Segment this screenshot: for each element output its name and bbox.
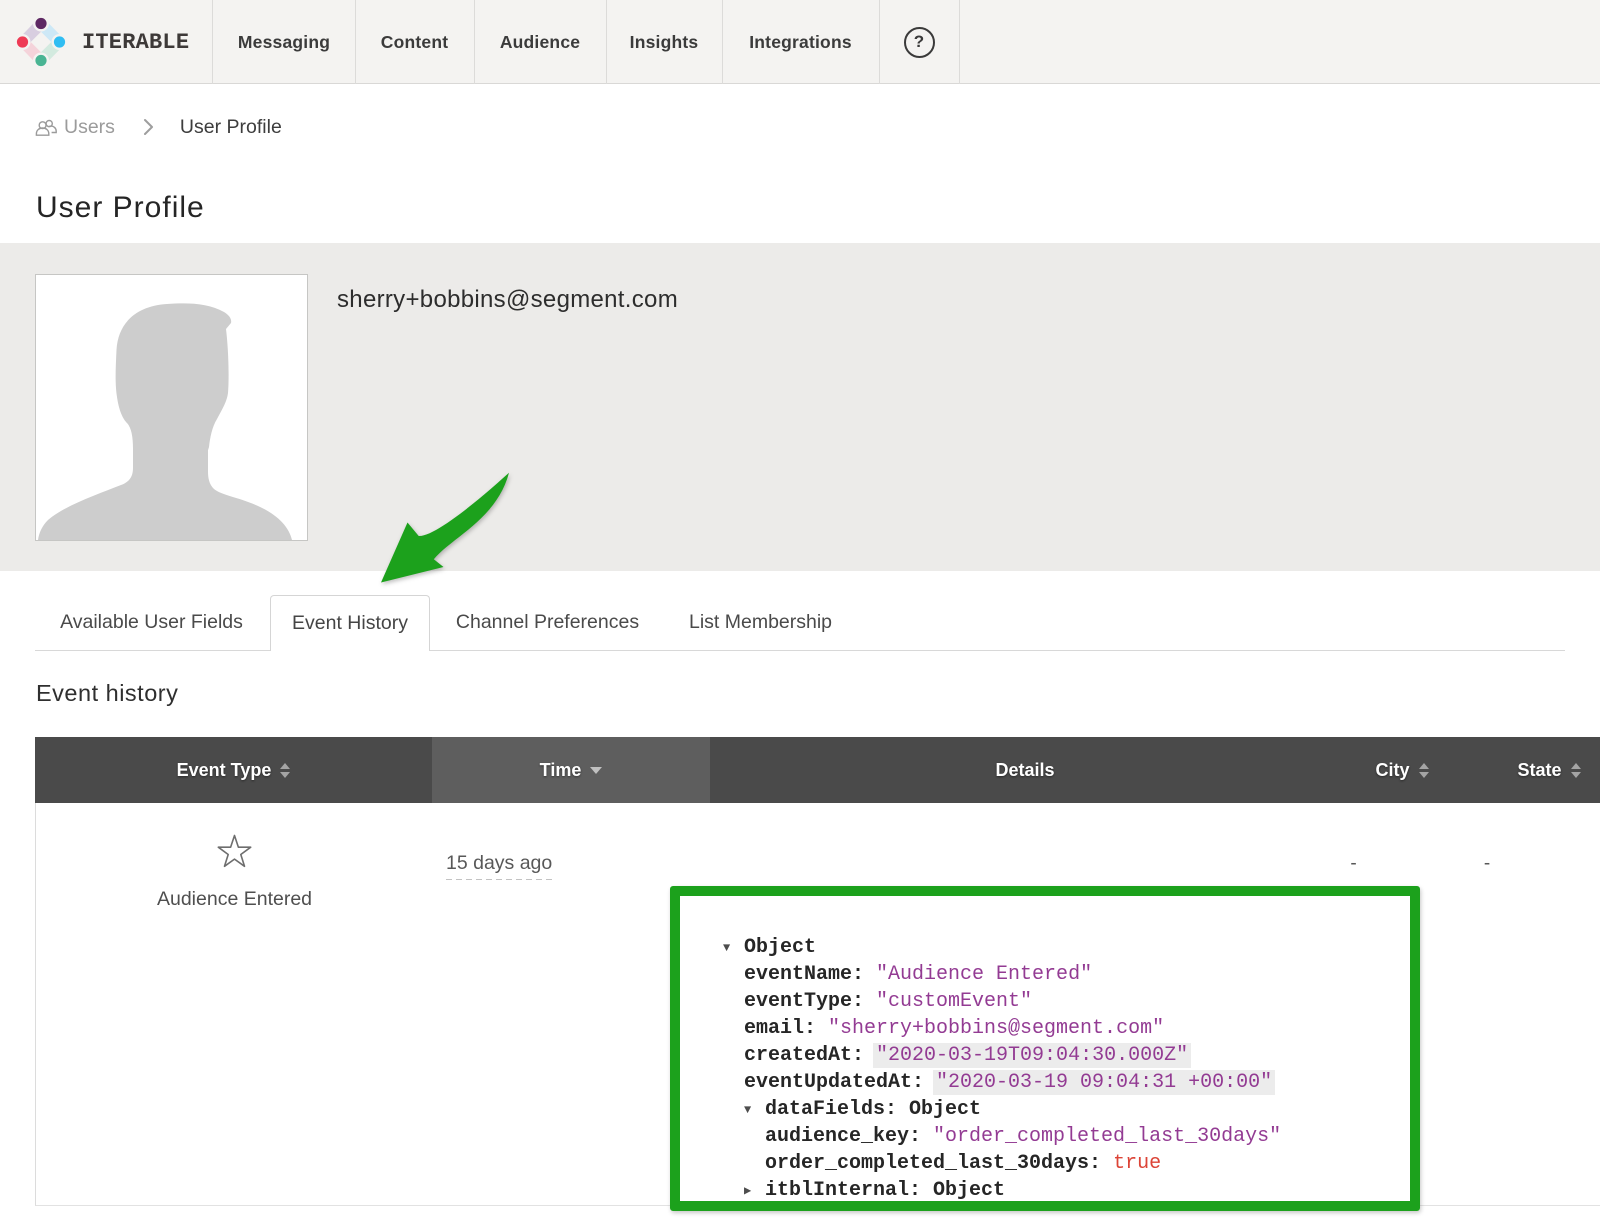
event-type-value: Audience Entered [36, 888, 433, 911]
nav-item-content[interactable]: Content [355, 0, 474, 84]
json-value: "2020-03-19T09:04:30.000Z" [873, 1043, 1191, 1068]
json-key: order_completed_last_30days: [765, 1152, 1113, 1175]
event-details-json: ▼Object eventName: "Audience Entered" ev… [723, 934, 1433, 1204]
nav-separator [959, 0, 960, 84]
tab-channel-preferences[interactable]: Channel Preferences [431, 595, 664, 650]
help-button[interactable]: ? [879, 0, 959, 84]
tabs-underline [35, 650, 1565, 651]
json-value: "order_completed_last_30days" [933, 1125, 1281, 1148]
json-key: dataFields: [765, 1098, 909, 1121]
column-header-state[interactable]: State [1478, 737, 1600, 803]
breadcrumb-users[interactable]: Users [64, 116, 115, 139]
sort-icon [1571, 763, 1581, 778]
page: ITERABLE Messaging Content Audience Insi… [0, 0, 1600, 1219]
iterable-logo-icon [0, 1, 83, 84]
chevron-right-icon [143, 118, 154, 136]
sort-desc-icon [590, 767, 602, 774]
json-line[interactable]: ▶itblInternal: Object [723, 1177, 1433, 1204]
column-label: City [1375, 760, 1409, 781]
json-key: email: [744, 1017, 828, 1040]
json-line: order_completed_last_30days: true [723, 1150, 1433, 1177]
tab-list-membership[interactable]: List Membership [664, 595, 857, 650]
section-title: Event history [36, 680, 178, 707]
json-line: createdAt: "2020-03-19T09:04:30.000Z" [723, 1042, 1433, 1069]
json-value: "sherry+bobbins@segment.com" [828, 1017, 1164, 1040]
column-label: State [1517, 760, 1561, 781]
json-line: email: "sherry+bobbins@segment.com" [723, 1015, 1433, 1042]
nav-item-insights[interactable]: Insights [606, 0, 722, 84]
column-label: Details [995, 760, 1054, 781]
json-line: eventName: "Audience Entered" [723, 961, 1433, 988]
profile-band: sherry+bobbins@segment.com [0, 243, 1600, 571]
state-value: - [1427, 853, 1547, 875]
json-key: eventName: [744, 963, 876, 986]
json-key: eventUpdatedAt: [744, 1071, 936, 1094]
breadcrumb-current: User Profile [180, 116, 282, 139]
json-key: audience_key: [765, 1125, 933, 1148]
json-value: "2020-03-19 09:04:31 +00:00" [933, 1070, 1275, 1095]
column-label: Time [540, 760, 582, 781]
column-header-event-type[interactable]: Event Type [35, 737, 432, 803]
avatar-silhouette [36, 275, 307, 540]
json-value: "Audience Entered" [876, 963, 1092, 986]
json-key: createdAt: [744, 1044, 876, 1067]
brand-name: ITERABLE [82, 1, 189, 84]
help-icon: ? [904, 27, 935, 58]
triangle-down-icon[interactable]: ▼ [744, 1097, 765, 1124]
table-header: Event Type Time Details City State [35, 737, 1600, 803]
column-header-city[interactable]: City [1340, 737, 1478, 803]
nav-item-integrations[interactable]: Integrations [722, 0, 879, 84]
sort-icon [280, 763, 290, 778]
json-line: eventUpdatedAt: "2020-03-19 09:04:31 +00… [723, 1069, 1433, 1096]
column-header-details[interactable]: Details [710, 737, 1340, 803]
users-icon [35, 119, 57, 136]
table-row: Audience Entered 15 days ago - - ▼Object… [35, 803, 1600, 1206]
json-value: true [1113, 1152, 1161, 1175]
event-time[interactable]: 15 days ago [446, 852, 552, 880]
page-title: User Profile [36, 191, 205, 225]
json-line[interactable]: ▼dataFields: Object [723, 1096, 1433, 1123]
json-object-label: Object [909, 1098, 981, 1121]
sort-icon [1419, 763, 1429, 778]
column-label: Event Type [177, 760, 272, 781]
nav-item-messaging[interactable]: Messaging [213, 0, 355, 84]
nav-item-audience[interactable]: Audience [474, 0, 606, 84]
json-object-label: Object [933, 1179, 1005, 1202]
city-value: - [1281, 853, 1426, 875]
top-navbar: ITERABLE Messaging Content Audience Insi… [0, 0, 1600, 84]
json-line: eventType: "customEvent" [723, 988, 1433, 1015]
json-key: itblInternal: [765, 1179, 933, 1202]
tab-event-history[interactable]: Event History [270, 595, 430, 651]
triangle-down-icon[interactable]: ▼ [723, 935, 744, 962]
user-email: sherry+bobbins@segment.com [337, 286, 678, 314]
iterable-logo[interactable]: ITERABLE [0, 1, 198, 84]
column-header-time[interactable]: Time [432, 737, 710, 803]
json-line: audience_key: "order_completed_last_30da… [723, 1123, 1433, 1150]
json-value: "customEvent" [876, 990, 1032, 1013]
star-icon[interactable] [36, 834, 433, 869]
tab-available-user-fields[interactable]: Available User Fields [35, 595, 268, 650]
json-line[interactable]: ▼Object [723, 934, 1433, 961]
triangle-right-icon[interactable]: ▶ [744, 1178, 765, 1205]
avatar [35, 274, 308, 541]
json-key: eventType: [744, 990, 876, 1013]
breadcrumb: Users User Profile [35, 112, 282, 142]
json-object-label: Object [744, 936, 816, 959]
